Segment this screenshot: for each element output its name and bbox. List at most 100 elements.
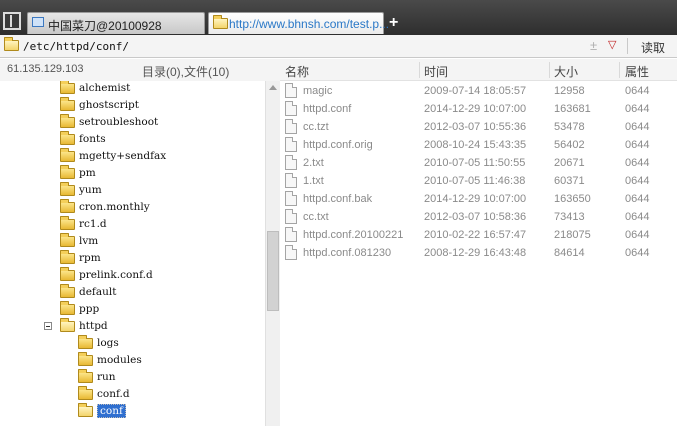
folder-icon [60,97,75,111]
tree-item[interactable]: lvm [0,233,265,251]
new-tab-button[interactable]: + [389,14,398,32]
file-row[interactable]: httpd.conf.20100221 2010-02-22 16:57:47 21… [280,226,677,244]
column-size[interactable]: 大小 [554,63,578,80]
file-time: 2012-03-07 10:55:36 [424,121,527,133]
tab-shell[interactable]: 中国菜刀@20100928 [27,12,205,34]
tree-item[interactable]: fonts [0,131,265,149]
directory-tree: alchemist ghostscript setroubleshoot fonts m… [0,81,265,426]
collapse-icon[interactable] [44,322,52,330]
folder-icon [60,148,75,162]
file-attr: 0644 [625,175,650,187]
file-attr: 0644 [625,211,650,223]
folder-icon [60,216,75,230]
tree-item[interactable]: default [0,284,265,302]
tree-item[interactable]: cron.monthly [0,199,265,217]
tree-item[interactable]: conf [0,403,265,421]
tree-item[interactable]: modules [0,352,265,370]
folder-icon [60,131,75,145]
file-size: 73413 [554,211,585,223]
scrollbar-thumb[interactable] [267,231,279,311]
column-divider[interactable] [619,62,620,78]
file-row[interactable]: cc.txt 2012-03-07 10:58:36 73413 0644 [280,208,677,226]
tree-item-label: alchemist [79,82,131,94]
status-info: 61.135.129.103 目录(0),文件(10) [0,59,280,81]
file-row[interactable]: httpd.conf.081230 2008-12-29 16:43:48 8461… [280,244,677,262]
tree-item[interactable]: pm [0,165,265,183]
tab-file-manager[interactable]: http://www.bhnsh.com/test.p... [208,12,389,34]
server-ip: 61.135.129.103 [7,63,84,75]
tree-item-label: yum [79,184,102,196]
column-name[interactable]: 名称 [285,63,309,80]
file-icon [285,209,297,224]
file-row[interactable]: magic 2009-07-14 18:05:57 12958 0644 [280,82,677,100]
chevron-down-icon[interactable]: ▽ [608,38,616,51]
file-attr: 0644 [625,229,650,241]
file-attr: 0644 [625,193,650,205]
tree-item-label: run [97,371,116,383]
address-bar: /etc/httpd/conf/ ± ▽ 读取 [0,35,677,58]
file-icon [285,227,297,242]
file-icon [285,101,297,116]
history-button[interactable]: ± [590,38,597,53]
file-size: 84614 [554,247,585,259]
folder-icon [60,250,75,264]
tree-item[interactable]: mgetty+sendfax [0,148,265,166]
file-attr: 0644 [625,121,650,133]
column-divider[interactable] [549,62,550,78]
window-menu-icon[interactable] [3,12,21,30]
file-size: 56402 [554,139,585,151]
tree-item-label: fonts [79,133,106,145]
scroll-up-icon[interactable] [269,85,277,90]
folder-icon [60,114,75,128]
tree-item[interactable]: logs [0,335,265,353]
file-row[interactable]: 2.txt 2010-07-05 11:50:55 20671 0644 [280,154,677,172]
file-name: cc.txt [303,211,329,223]
column-attr[interactable]: 属性 [625,63,649,80]
file-row[interactable]: httpd.conf.bak 2014-12-29 10:07:00 163650 0… [280,190,677,208]
file-row[interactable]: httpd.conf 2014-12-29 10:07:00 163681 0644 [280,100,677,118]
tree-item-label: cron.monthly [79,201,150,213]
tree-item[interactable]: run [0,369,265,387]
file-icon [285,119,297,134]
file-time: 2014-12-29 10:07:00 [424,103,527,115]
tree-item[interactable]: ppp [0,301,265,319]
tree-item[interactable]: setroubleshoot [0,114,265,132]
folder-icon [60,318,75,332]
file-attr: 0644 [625,157,650,169]
divider [627,38,628,54]
file-row[interactable]: cc.tzt 2012-03-07 10:55:36 53478 0644 [280,118,677,136]
item-counts: 目录(0),文件(10) [142,65,230,79]
tree-item[interactable]: ghostscript [0,97,265,115]
tree-item[interactable]: prelink.conf.d [0,267,265,285]
read-button[interactable]: 读取 [641,39,665,56]
folder-icon [60,301,75,315]
tree-scrollbar[interactable] [265,81,280,426]
file-time: 2008-10-24 15:43:35 [424,139,527,151]
tree-item[interactable]: rpm [0,250,265,268]
tree-item[interactable]: conf.d [0,386,265,404]
column-divider[interactable] [419,62,420,78]
file-row[interactable]: httpd.conf.orig 2008-10-24 15:43:35 56402 0… [280,136,677,154]
tree-item[interactable]: alchemist [0,81,265,98]
file-name: 2.txt [303,157,324,169]
folder-icon [60,199,75,213]
file-row[interactable]: 1.txt 2010-07-05 11:46:38 60371 0644 [280,172,677,190]
file-time: 2012-03-07 10:58:36 [424,211,527,223]
file-name: httpd.conf.orig [303,139,373,151]
tree-item[interactable]: rc1.d [0,216,265,234]
file-size: 218075 [554,229,591,241]
tree-item[interactable]: httpd [0,318,265,336]
path-input[interactable]: /etc/httpd/conf/ [23,40,129,53]
tree-item-label: lvm [79,235,99,247]
tree-item[interactable]: yum [0,182,265,200]
tree-item-label: httpd [79,320,108,332]
file-icon [285,155,297,170]
folder-icon [60,233,75,247]
folder-icon [60,81,75,94]
tree-item-label: ghostscript [79,99,140,111]
file-attr: 0644 [625,139,650,151]
file-attr: 0644 [625,85,650,97]
column-time[interactable]: 时间 [424,63,448,80]
tree-item-label: logs [97,337,119,349]
file-time: 2010-07-05 11:50:55 [424,157,526,169]
